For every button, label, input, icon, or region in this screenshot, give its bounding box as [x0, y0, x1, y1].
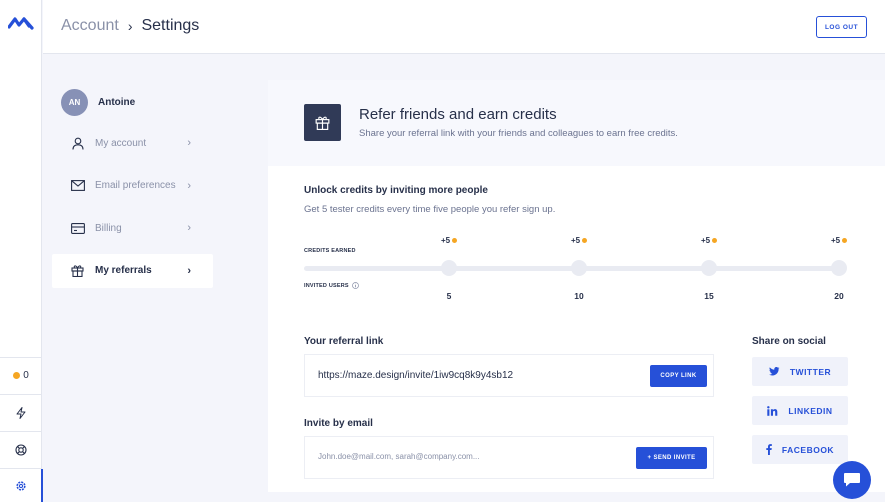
menu-item-label: Email preferences [95, 180, 176, 191]
facebook-share-button[interactable]: FACEBOOK [752, 435, 848, 464]
milestone-users: 15 [704, 291, 714, 301]
milestone-credit: +5 [441, 236, 458, 245]
invite-email-input[interactable]: John.doe@mail.com, sarah@company.com... … [304, 436, 714, 479]
referral-hero: Refer friends and earn credits Share you… [268, 80, 885, 166]
coin-icon [13, 372, 21, 379]
user-profile: AN Antoine [52, 88, 213, 116]
card-icon [70, 221, 85, 236]
linkedin-label: LINKEDIN [788, 405, 833, 416]
chevron-right-icon: › [187, 179, 191, 192]
milestone-node [571, 260, 587, 276]
twitter-share-button[interactable]: TWITTER [752, 357, 848, 386]
coin-icon [712, 238, 718, 243]
twitter-icon [768, 367, 780, 376]
menu-item-label: My referrals [95, 265, 152, 276]
copy-link-button[interactable]: COPY LINK [650, 365, 707, 387]
referral-link-value[interactable]: https://maze.design/invite/1iw9cq8k9y4sb… [318, 370, 513, 381]
referral-title: Refer friends and earn credits [359, 106, 557, 123]
help-button[interactable] [0, 431, 42, 467]
unlock-title: Unlock credits by inviting more people [304, 185, 488, 196]
chevron-right-icon: › [187, 264, 191, 277]
linkedin-share-button[interactable]: LINKEDIN [752, 396, 848, 425]
invited-users-label: INVITED USERS [304, 282, 359, 289]
coin-icon [842, 238, 848, 243]
lifebuoy-icon [15, 443, 27, 456]
referral-panel: Refer friends and earn credits Share you… [268, 80, 885, 492]
credits-earned-label: CREDITS EARNED [304, 248, 356, 254]
chat-launcher-button[interactable] [833, 461, 871, 499]
referral-subtitle: Share your referral link with your frien… [359, 128, 678, 139]
chevron-right-icon: › [127, 18, 133, 34]
gear-icon [16, 480, 26, 491]
milestone-node [701, 260, 717, 276]
menu-item-label: Billing [95, 222, 122, 234]
settings-button[interactable] [0, 468, 43, 502]
send-invite-button[interactable]: + SEND INVITE [636, 447, 707, 469]
facebook-label: FACEBOOK [781, 444, 835, 455]
facebook-icon [766, 444, 772, 455]
gift-badge [304, 104, 341, 141]
avatar: AN [61, 88, 88, 116]
credits-count: 0 [23, 370, 29, 381]
gift-icon [315, 116, 330, 130]
share-social-title: Share on social [752, 336, 826, 347]
chat-icon [844, 473, 860, 487]
chevron-right-icon: › [187, 137, 191, 149]
info-icon[interactable] [351, 282, 359, 289]
whats-new-button[interactable] [0, 394, 42, 430]
referral-link-field[interactable]: https://maze.design/invite/1iw9cq8k9y4sb… [304, 354, 714, 397]
user-icon [70, 136, 85, 151]
linkedin-icon [767, 405, 778, 416]
lightning-icon [16, 406, 26, 419]
breadcrumb-account[interactable]: Account [61, 17, 119, 35]
milestone-node [831, 260, 847, 276]
invite-email-title: Invite by email [304, 418, 373, 429]
maze-logo-icon[interactable] [8, 15, 34, 31]
twitter-label: TWITTER [789, 366, 832, 377]
settings-menu: AN Antoine My account › Email preference… [52, 88, 213, 296]
milestone-credit: +5 [701, 236, 718, 245]
coin-icon [582, 238, 588, 243]
menu-item-label: My account [95, 137, 147, 149]
milestone-users: 20 [834, 291, 844, 301]
menu-item-billing[interactable]: Billing › [52, 211, 213, 245]
referral-link-title: Your referral link [304, 336, 384, 347]
milestone-credit: +5 [831, 236, 848, 245]
milestone-credit: +5 [571, 236, 588, 245]
breadcrumb: Account › Settings [61, 17, 199, 35]
logout-button[interactable]: LOG OUT [816, 16, 867, 38]
unlock-subtitle: Get 5 tester credits every time five peo… [304, 204, 556, 215]
invite-email-placeholder: John.doe@mail.com, sarah@company.com... [318, 452, 480, 461]
user-name: Antoine [98, 96, 136, 108]
active-indicator [41, 469, 43, 502]
milestone-node [441, 260, 457, 276]
top-header: Account › Settings LOG OUT [43, 0, 885, 54]
menu-item-my-referrals[interactable]: My referrals › [52, 253, 213, 288]
coin-icon [452, 238, 458, 243]
menu-item-my-account[interactable]: My account › [52, 126, 213, 160]
left-rail: 0 [0, 0, 43, 502]
gift-icon [70, 263, 85, 278]
milestone-users: 5 [446, 291, 452, 301]
milestone-users: 10 [574, 291, 584, 301]
menu-item-email-preferences[interactable]: Email preferences › [52, 169, 213, 203]
page-title: Settings [141, 17, 200, 34]
credits-counter[interactable]: 0 [0, 357, 42, 393]
mail-icon [70, 178, 85, 193]
chevron-right-icon: › [187, 222, 191, 234]
